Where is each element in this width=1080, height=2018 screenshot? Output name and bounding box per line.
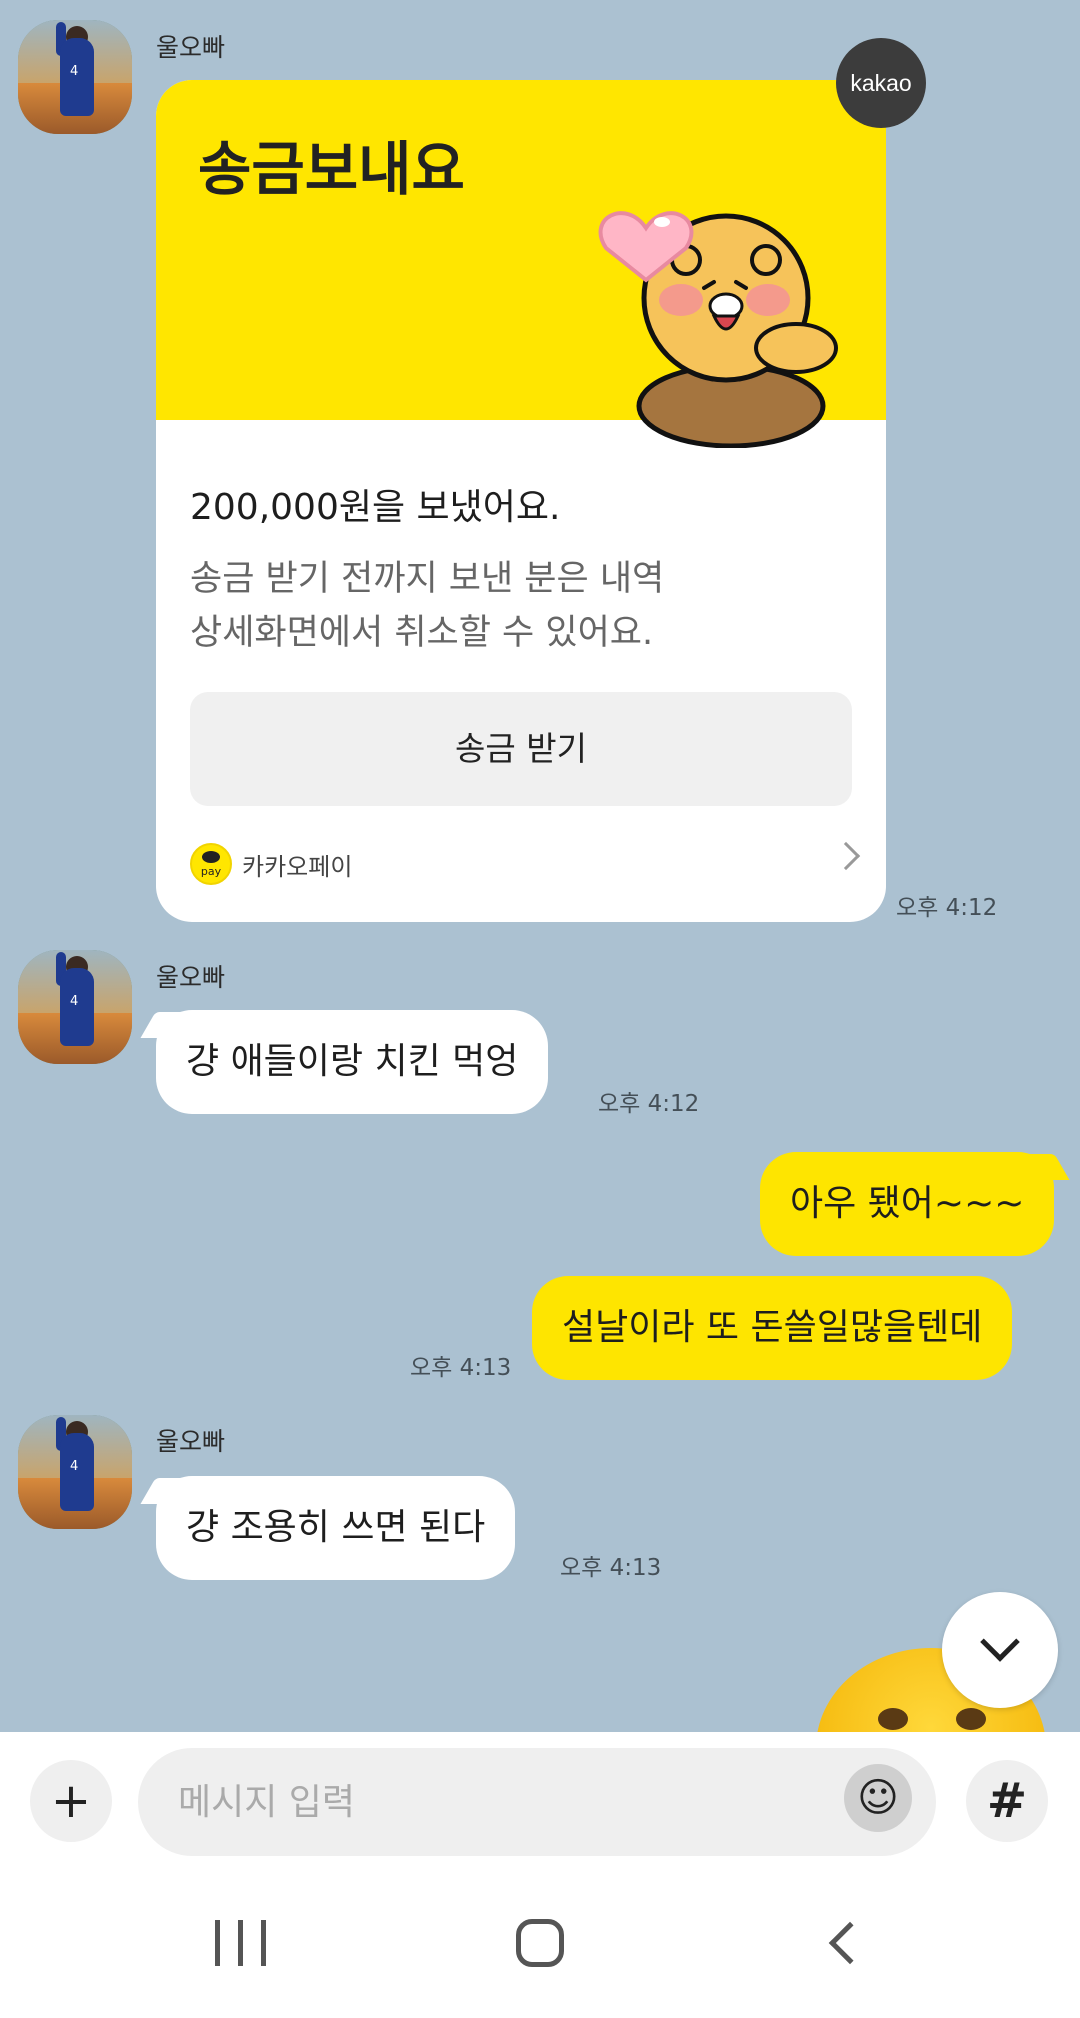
message-bubble-incoming[interactable]: 걍 조용히 쓰면 된다 [156, 1476, 516, 1580]
character-illustration [598, 211, 838, 448]
kakaopay-brand[interactable]: pay 카카오페이 [190, 842, 352, 886]
pay-card-header: 송금보내요 [156, 80, 886, 448]
transfer-notice-line: 상세화면에서 취소할 수 있어요. [190, 613, 654, 653]
money-transfer-card[interactable]: 송금보내요 200,000원을 보냈어요. 송금 받기 전까지 보낸 분은 내역… [156, 80, 886, 922]
hash-icon: # [986, 1773, 1028, 1829]
chevron-right-icon[interactable] [831, 841, 861, 871]
home-icon[interactable] [510, 1916, 570, 1970]
scroll-down-button[interactable] [942, 1592, 1058, 1708]
sender-avatar[interactable]: 4 [18, 1415, 132, 1529]
smile-icon: ☺ [857, 1775, 899, 1821]
sender-name: 울오빠 [156, 33, 226, 62]
chevron-down-icon [980, 1622, 1020, 1662]
message-time: 오후 4:12 [598, 1091, 700, 1117]
transfer-notice: 송금 받기 전까지 보낸 분은 내역 상세화면에서 취소할 수 있어요. [190, 552, 664, 660]
message-bubble-incoming[interactable]: 걍 애들이랑 치킨 먹엉 [156, 1010, 549, 1114]
message-bubble-outgoing[interactable]: 설날이라 또 돈쓸일많을텐데 [532, 1276, 1013, 1380]
sender-avatar[interactable]: 4 [18, 950, 132, 1064]
message-input[interactable] [138, 1748, 936, 1856]
kakaopay-logo-text: pay [200, 864, 222, 878]
kakao-badge: kakao [836, 38, 926, 128]
transfer-notice-line: 송금 받기 전까지 보낸 분은 내역 [190, 559, 665, 599]
transfer-amount-text: 200,000원을 보냈어요. [190, 487, 561, 528]
message-time: 오후 4:12 [896, 895, 998, 921]
plus-icon: + [50, 1773, 92, 1829]
kakaopay-label: 카카오페이 [242, 852, 353, 881]
message-time: 오후 4:13 [560, 1555, 662, 1581]
pay-card-title: 송금보내요 [198, 135, 465, 203]
emoticon-button[interactable]: ☺ [844, 1764, 912, 1832]
receive-money-button[interactable]: 송금 받기 [190, 692, 852, 806]
chat-area[interactable]: 4 울오빠 송금보내요 200,000원을 보냈어요. 송금 받기 전까지 보낸… [0, 0, 1080, 1732]
message-bubble-outgoing[interactable]: 아우 됐어~~~ [760, 1152, 1055, 1256]
hashtag-search-button[interactable]: # [966, 1760, 1048, 1842]
message-time: 오후 4:13 [410, 1355, 512, 1381]
back-icon[interactable] [820, 1916, 880, 1970]
recents-icon[interactable] [200, 1916, 280, 1970]
plus-button[interactable]: + [30, 1760, 112, 1842]
system-navigation-bar [0, 1868, 1080, 2018]
kakaopay-logo-icon: pay [190, 843, 232, 885]
sender-name: 울오빠 [156, 963, 226, 992]
message-input-bar: + ☺ # [0, 1732, 1080, 1868]
sender-name: 울오빠 [156, 1427, 226, 1456]
sender-avatar[interactable]: 4 [18, 20, 132, 134]
